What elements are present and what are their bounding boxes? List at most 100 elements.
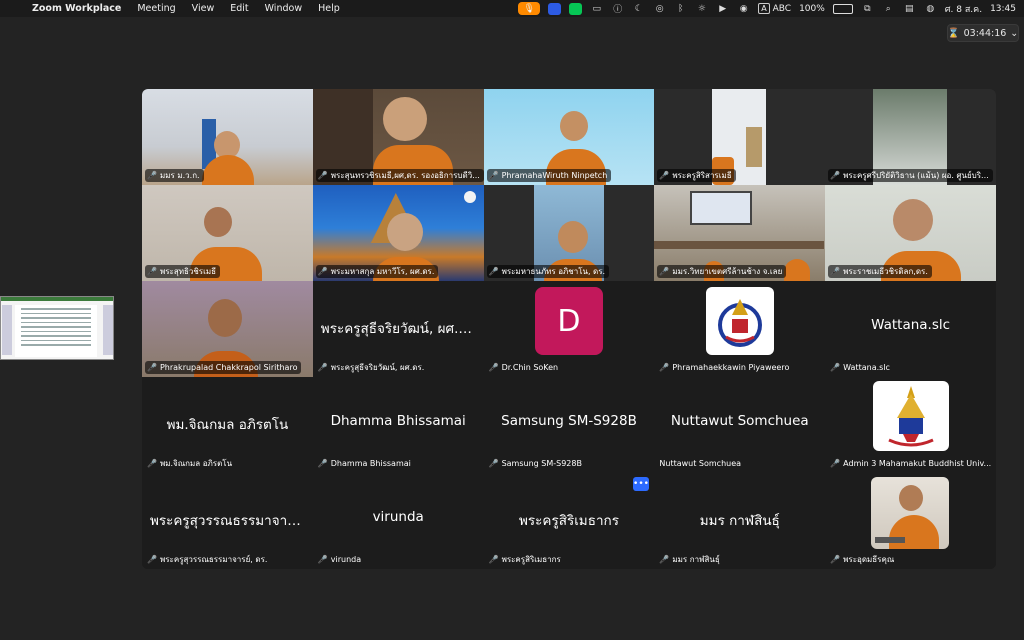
zoom-tray-icon[interactable] — [548, 2, 562, 15]
video-feed — [871, 477, 950, 549]
participant-tile[interactable]: Dhamma Bhissamai 🎤 Dhamma Bhissamai — [312, 377, 484, 473]
participant-name-label: 🎤 พระราชเมธีวชิรดิลก,ดร. — [828, 265, 932, 278]
participant-tile[interactable]: 🎤 Phrakrupalad Chakkrapol Siritharo — [142, 281, 313, 377]
muted-mic-icon: 🎤 — [147, 555, 157, 564]
participant-name-label: 🎤 Phrakrupalad Chakkrapol Siritharo — [145, 361, 302, 374]
search-icon[interactable]: ⌕ — [882, 3, 895, 15]
participant-tile[interactable]: Nuttawut Somchuea Nuttawut Somchuea — [654, 377, 826, 473]
muted-mic-icon: 🎤 — [659, 171, 670, 180]
participant-tile[interactable]: virunda 🎤 virunda — [312, 473, 484, 569]
participant-tile[interactable]: D 🎤 Dr.Chin SoKen — [483, 281, 655, 377]
participant-display-name: Wattana.slc — [871, 317, 951, 333]
participant-name-label: 🎤 Phramahaekkawin Piyaweero — [659, 363, 790, 372]
participant-name-label: 🎤 Dhamma Bhissamai — [317, 459, 411, 468]
user-icon[interactable]: ◉ — [737, 3, 750, 15]
participant-tile[interactable]: พม.จิณกมล อภิรตโน 🎤 พม.จิณกมล อภิรตโน — [142, 377, 313, 473]
participant-name-label: 🎤 PhramahaWiruth Ninpetch — [486, 169, 612, 182]
participant-tile[interactable]: พระครูสิริเมธากร 🎤 พระครูสิริเมธากร — [483, 473, 655, 569]
participant-tile[interactable]: พระครูสุวรรณธรรมาจารย์, ดร. 🎤พระครูสุวรร… — [142, 473, 313, 569]
participant-display-name: พระครูสุวรรณธรรมาจารย์, ดร. — [150, 513, 313, 529]
participant-tile[interactable]: 🎤 Phramahaekkawin Piyaweero — [654, 281, 826, 377]
muted-mic-icon: 🎤 — [488, 171, 499, 180]
participant-name-label: 🎤 มมร กาฬสินธุ์ — [659, 555, 720, 564]
menubar-date[interactable]: ศ. 8 ส.ค. — [945, 2, 982, 16]
participant-name-label: 🎤 พระสุทธิวชิรเมธี — [145, 265, 220, 278]
screen-icon[interactable]: ▭ — [590, 3, 603, 15]
brightness-icon[interactable]: ☼ — [695, 3, 708, 15]
participant-display-name: Dhamma Bhissamai — [330, 413, 466, 429]
menu-meeting[interactable]: Meeting — [137, 3, 175, 14]
participant-name-label: 🎤 พระมหาสกุล มหาวีโร, ผศ.ดร. — [315, 265, 439, 278]
muted-mic-icon: 🎤 — [830, 267, 841, 276]
participant-tile[interactable]: 🎤 พระมหาสกุล มหาวีโร, ผศ.ดร. — [312, 185, 484, 281]
menu-bar: Zoom Workplace Meeting View Edit Window … — [0, 0, 1024, 17]
bluetooth-icon[interactable]: ᛒ — [674, 3, 687, 15]
siri-icon[interactable]: ◍ — [924, 3, 937, 15]
participant-tile[interactable]: 🎤 Admin 3 Mahamakut Buddhist Univ... — [825, 377, 996, 473]
status-tray: 🎙 ▭ ⓘ ☾ ◎ ᛒ ☼ ▶ ◉ A ABC 100% ⧉ ⌕ ▤ ◍ ศ. … — [518, 2, 1016, 16]
participant-name-label: 🎤 พระมหาธนภัทร อภิชาโน, ดร. — [486, 265, 610, 278]
info-icon[interactable]: ⓘ — [611, 3, 624, 15]
participant-tile[interactable]: 🎤 พระราชเมธีวชิรดิลก,ดร. — [825, 185, 996, 281]
link-icon[interactable]: ⧉ — [861, 3, 874, 15]
muted-mic-icon: 🎤 — [488, 267, 499, 276]
menu-view[interactable]: View — [192, 3, 215, 14]
participant-display-name: Nuttawut Somchuea — [670, 413, 809, 429]
menu-edit[interactable]: Edit — [230, 3, 248, 14]
participant-name-label: 🎤 พระอุดมธีรคุณ — [830, 555, 895, 564]
menu-app-name[interactable]: Zoom Workplace — [32, 3, 121, 14]
participant-grid: 🎤 มมร ม.ว.ก. 🎤 พระสุนทรวชิรเมธี,ผศ,ดร. รอง… — [142, 89, 996, 569]
microphone-icon[interactable]: 🎙 — [518, 2, 541, 15]
menubar-time[interactable]: 13:45 — [990, 4, 1016, 14]
muted-mic-icon: 🎤 — [317, 555, 328, 564]
muted-mic-icon: 🎤 — [147, 459, 157, 468]
hourglass-icon: ⌛ — [947, 27, 960, 39]
participant-tile[interactable]: มมร กาฬสินธุ์ 🎤 มมร กาฬสินธุ์ — [654, 473, 826, 569]
more-options-button[interactable]: ••• — [633, 477, 649, 491]
participant-name-label: 🎤 มมร.วิทยาเขตศรีล้านช้าง จ.เลย — [657, 265, 787, 278]
participant-name-label: 🎤 Samsung SM-S928B — [488, 459, 582, 468]
university-emblem-icon — [887, 386, 934, 447]
participant-tile[interactable]: 🎤 มมร ม.ว.ก. — [142, 89, 313, 185]
battery-icon[interactable] — [832, 3, 853, 14]
participant-tile[interactable]: Samsung SM-S928B 🎤 Samsung SM-S928B — [483, 377, 655, 473]
participant-tile[interactable]: 🎤 พระสุทธิวชิรเมธี — [142, 185, 313, 281]
profile-logo — [872, 381, 949, 451]
participant-tile[interactable]: 🎤 พระอุดมธีรคุณ — [825, 473, 996, 569]
input-source[interactable]: A ABC — [758, 2, 791, 14]
participant-display-name: Samsung SM-S928B — [501, 413, 637, 429]
participant-tile[interactable]: 🎤 PhramahaWiruth Ninpetch — [483, 89, 655, 185]
play-icon[interactable]: ▶ — [716, 3, 729, 15]
broadcast-icon[interactable]: ◎ — [653, 3, 666, 15]
line-tray-icon[interactable] — [569, 2, 583, 15]
participant-name-label: 🎤 พระครูสุธีจริยวัฒน์, ผศ.ดร. — [317, 363, 425, 372]
muted-mic-icon: 🎤 — [488, 459, 499, 468]
avatar: D — [534, 287, 603, 355]
participant-name-label: 🎤 Dr.Chin SoKen — [488, 363, 559, 372]
participant-tile[interactable]: 🎤 มมร.วิทยาเขตศรีล้านช้าง จ.เลย — [654, 185, 826, 281]
timer-value: 03:44:16 — [963, 27, 1007, 39]
menu-window[interactable]: Window — [265, 3, 302, 14]
participant-display-name: พระครูสิริเมธากร — [519, 513, 619, 529]
participant-tile[interactable]: พระครูสุธีจริยวัฒน์, ผศ.ดร. 🎤 พระครูสุธีจ… — [312, 281, 484, 377]
participant-name-label: 🎤 พระครูสิริเมธากร — [488, 555, 561, 564]
muted-mic-icon: 🎤 — [488, 555, 499, 564]
menu-help[interactable]: Help — [318, 3, 340, 14]
participant-tile[interactable]: 🎤 พระสุนทรวชิรเมธี,ผศ,ดร. รองอธิการบดีวิ.… — [312, 89, 484, 185]
participant-tile[interactable]: Wattana.slc 🎤 Wattana.slc — [825, 281, 996, 377]
participant-name-label: 🎤 Wattana.slc — [830, 363, 890, 372]
participant-tile[interactable]: 🎤 พระครูสิริสารเมธี — [654, 89, 826, 185]
participant-name-label: Nuttawut Somchuea — [659, 459, 742, 468]
meeting-timer[interactable]: ⌛ 03:44:16 ⌄ — [947, 24, 1019, 42]
participant-name-label: 🎤 มมร ม.ว.ก. — [145, 169, 204, 182]
participant-name-label: 🎤 พระสุนทรวชิรเมธี,ผศ,ดร. รองอธิการบดีวิ.… — [315, 169, 484, 182]
muted-mic-icon: 🎤 — [830, 459, 841, 468]
participant-display-name: virunda — [372, 509, 424, 525]
participant-tile[interactable]: 🎤 พระครูศรีปริยัติวิธาน (แม้น) ผอ. ศูนย์บ… — [825, 89, 996, 185]
participant-tile[interactable]: 🎤 พระมหาธนภัทร อภิชาโน, ดร. — [483, 185, 655, 281]
shared-screen-thumbnail[interactable] — [0, 296, 114, 360]
muted-mic-icon: 🎤 — [317, 171, 328, 180]
control-center-icon[interactable]: ▤ — [903, 3, 916, 15]
moon-icon[interactable]: ☾ — [632, 3, 645, 15]
muted-mic-icon: 🎤 — [317, 267, 328, 276]
